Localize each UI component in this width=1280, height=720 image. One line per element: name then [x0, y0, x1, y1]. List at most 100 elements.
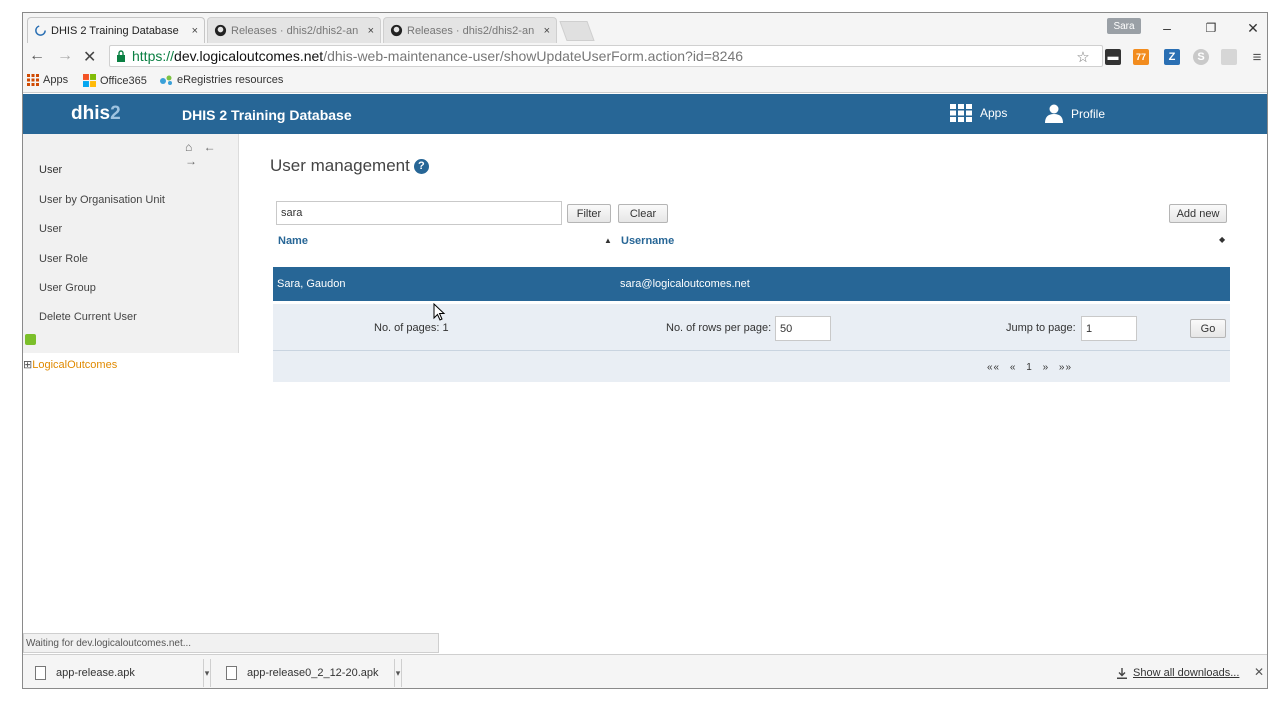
bookmark-office365[interactable]: Office365 — [83, 74, 147, 87]
rows-per-page-label: No. of rows per page: — [666, 322, 772, 334]
sort-asc-icon[interactable]: ▲ — [604, 236, 612, 245]
app-title: DHIS 2 Training Database — [182, 107, 352, 123]
jump-to-page-label: Jump to page: — [1006, 322, 1076, 334]
sidebar-nav-arrows[interactable]: ⌂ ← → — [185, 140, 238, 168]
tab-releases-1[interactable]: Releases · dhis2/dhis2-an × — [207, 17, 381, 43]
sidebar-item-user[interactable]: User — [39, 223, 62, 235]
filter-input[interactable] — [276, 201, 562, 225]
download-filename: app-release.apk — [56, 667, 135, 679]
tab-dhis2-training[interactable]: DHIS 2 Training Database × — [27, 17, 205, 43]
clear-button[interactable]: Clear — [618, 204, 668, 223]
page-title-text: User management — [270, 156, 410, 175]
mouse-cursor-icon — [433, 303, 446, 321]
bookmark-label: Apps — [43, 74, 69, 86]
restore-icon[interactable]: ❐ — [1199, 19, 1223, 37]
org-tree-root-label: LogicalOutcomes — [32, 359, 118, 371]
minimize-icon[interactable]: – — [1155, 19, 1179, 37]
org-tree-root[interactable]: ⊞LogicalOutcomes — [23, 358, 117, 371]
sidebar-item-user-by-orgunit[interactable]: User by Organisation Unit — [39, 194, 165, 206]
tab-label: Releases · dhis2/dhis2-an — [407, 24, 535, 37]
sidebar-item-user-role[interactable]: User Role — [39, 253, 88, 265]
skype-icon[interactable]: S — [1193, 49, 1209, 65]
apps-grid-icon — [950, 104, 972, 122]
download-menu-caret[interactable]: ▾ — [203, 659, 211, 687]
bookmark-apps[interactable]: Apps — [27, 74, 68, 86]
add-new-button[interactable]: Add new — [1169, 204, 1227, 223]
tab-strip: DHIS 2 Training Database × Releases · dh… — [23, 13, 1267, 43]
file-icon — [35, 666, 46, 680]
tab-releases-2[interactable]: Releases · dhis2/dhis2-an × — [383, 17, 557, 43]
browser-window: DHIS 2 Training Database × Releases · dh… — [22, 12, 1268, 689]
profile-label: Profile — [1071, 106, 1106, 121]
cast-icon[interactable] — [1221, 49, 1237, 65]
cell-name: Sara, Gaudon — [277, 278, 346, 290]
filter-button[interactable]: Filter — [567, 204, 611, 223]
bookmark-label: Office365 — [100, 74, 147, 87]
rss-icon[interactable]: 77 — [1133, 49, 1149, 65]
apps-menu-button[interactable]: Apps — [950, 104, 1007, 122]
ext-dark-icon[interactable]: ▬ — [1105, 49, 1121, 65]
close-downloads-icon[interactable]: ✕ — [1254, 665, 1264, 679]
tab-label: Releases · dhis2/dhis2-an — [231, 24, 359, 37]
profile-menu-button[interactable]: Profile — [1045, 104, 1105, 123]
stop-icon[interactable]: ✕ — [83, 47, 96, 67]
new-tab-button[interactable] — [559, 21, 595, 41]
left-sidebar: ⌂ ← → User User by Organisation Unit Use… — [23, 134, 239, 688]
tab-close-icon[interactable]: × — [544, 25, 550, 37]
bookmarks-bar: Apps Office365 eRegistries resources — [23, 69, 1267, 93]
loading-spinner-icon — [35, 25, 46, 36]
bookmark-label: eRegistries resources — [177, 74, 284, 86]
github-icon — [214, 24, 227, 37]
dhis2-logo[interactable]: dhis2 — [71, 103, 121, 125]
menu-icon[interactable]: ≡ — [1249, 49, 1265, 66]
org-tree-search-icon[interactable] — [25, 334, 36, 345]
download-icon — [1117, 667, 1127, 679]
url-path: /dhis-web-maintenance-user/showUpdateUse… — [323, 48, 744, 64]
sidebar-item-delete-current-user[interactable]: Delete Current User — [39, 311, 137, 323]
close-window-icon[interactable]: ✕ — [1241, 19, 1265, 37]
forward-icon[interactable]: → — [57, 47, 73, 65]
download-menu-caret[interactable]: ▾ — [394, 659, 402, 687]
cell-username: sara@logicaloutcomes.net — [620, 278, 750, 290]
download-item[interactable]: app-release0_2_12-20.apk — [226, 662, 379, 684]
bookmark-star-icon[interactable]: ☆ — [1075, 49, 1091, 66]
table-header: Name ▲ Username ◆ — [274, 231, 1230, 249]
sidebar-item-user-group[interactable]: User Group — [39, 282, 96, 294]
file-icon — [226, 666, 237, 680]
tab-close-icon[interactable]: × — [368, 25, 374, 37]
logo-number: 2 — [110, 103, 121, 124]
url-scheme: https:// — [132, 48, 175, 64]
tab-label: DHIS 2 Training Database — [51, 24, 179, 37]
main-content: User management ? Filter Clear Add new N… — [240, 134, 1267, 688]
bookmark-eregistries[interactable]: eRegistries resources — [159, 74, 283, 86]
pager-divider — [273, 350, 1230, 351]
help-icon[interactable]: ? — [413, 158, 429, 174]
apps-label: Apps — [980, 106, 1008, 120]
user-icon — [1045, 104, 1063, 123]
zotero-icon[interactable]: Z — [1164, 49, 1180, 65]
page-title: User management ? — [270, 156, 429, 176]
expand-icon[interactable]: ⊞ — [23, 359, 32, 371]
apps-grid-icon — [27, 74, 39, 86]
rows-per-page-input[interactable]: 50 — [775, 316, 831, 341]
back-icon[interactable]: ← — [29, 47, 45, 65]
column-header-username[interactable]: Username — [621, 235, 674, 247]
dhis2-header-bar: dhis2 DHIS 2 Training Database Apps Prof… — [23, 94, 1267, 134]
table-row[interactable]: Sara, Gaudon sara@logicaloutcomes.net — [273, 267, 1230, 301]
lock-icon — [117, 50, 125, 62]
tab-close-icon[interactable]: × — [192, 25, 198, 37]
go-button[interactable]: Go — [1190, 319, 1226, 338]
download-item[interactable]: app-release.apk — [35, 662, 135, 684]
sort-icon[interactable]: ◆ — [1219, 235, 1225, 244]
status-bubble: Waiting for dev.logicaloutcomes.net... — [23, 633, 439, 653]
column-header-name[interactable]: Name — [278, 235, 308, 247]
downloads-shelf: app-release.apk ▾ app-release0_2_12-20.a… — [23, 654, 1267, 688]
address-bar[interactable]: https://dev.logicaloutcomes.net/dhis-web… — [109, 45, 1103, 67]
eregistries-icon — [160, 75, 172, 85]
show-all-downloads-link[interactable]: Show all downloads... — [1117, 667, 1239, 679]
profile-chip[interactable]: Sara — [1107, 18, 1141, 34]
jump-to-page-input[interactable]: 1 — [1081, 316, 1137, 341]
page-links[interactable]: «« « 1 » »» — [987, 362, 1072, 373]
browser-toolbar: ← → ✕ https://dev.logicaloutcomes.net/dh… — [23, 43, 1267, 69]
sidebar-section-title: User — [39, 164, 63, 176]
